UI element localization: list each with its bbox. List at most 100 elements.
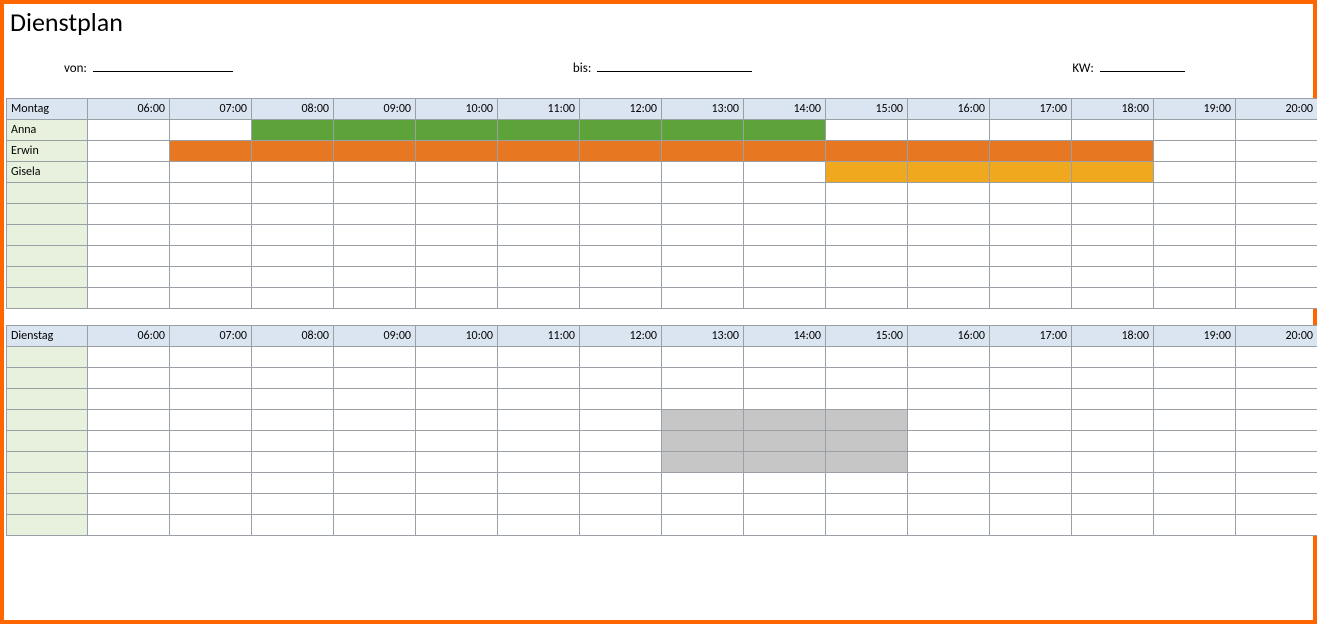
schedule-cell[interactable] xyxy=(826,347,908,368)
schedule-cell[interactable] xyxy=(580,288,662,309)
bis-input-line[interactable] xyxy=(597,58,752,72)
employee-name-cell[interactable]: Anna xyxy=(7,120,88,141)
schedule-cell[interactable] xyxy=(252,410,334,431)
table-row[interactable] xyxy=(7,347,1317,368)
schedule-cell[interactable] xyxy=(416,410,498,431)
schedule-cell[interactable] xyxy=(416,494,498,515)
employee-name-cell[interactable]: Gisela xyxy=(7,162,88,183)
schedule-cell[interactable] xyxy=(826,368,908,389)
schedule-cell[interactable] xyxy=(580,347,662,368)
schedule-cell[interactable] xyxy=(826,225,908,246)
schedule-cell[interactable] xyxy=(416,452,498,473)
schedule-cell[interactable] xyxy=(88,225,170,246)
schedule-cell[interactable] xyxy=(662,431,744,452)
schedule-cell[interactable] xyxy=(744,267,826,288)
schedule-cell[interactable] xyxy=(826,162,908,183)
schedule-cell[interactable] xyxy=(580,141,662,162)
schedule-cell[interactable] xyxy=(88,183,170,204)
schedule-cell[interactable] xyxy=(416,288,498,309)
schedule-cell[interactable] xyxy=(88,368,170,389)
schedule-cell[interactable] xyxy=(580,431,662,452)
schedule-cell[interactable] xyxy=(662,347,744,368)
schedule-cell[interactable] xyxy=(334,162,416,183)
schedule-cell[interactable] xyxy=(580,120,662,141)
schedule-cell[interactable] xyxy=(1236,288,1317,309)
schedule-cell[interactable] xyxy=(744,288,826,309)
schedule-cell[interactable] xyxy=(662,452,744,473)
schedule-cell[interactable] xyxy=(88,120,170,141)
schedule-cell[interactable] xyxy=(662,494,744,515)
hour-header[interactable]: 20:00 xyxy=(1236,99,1317,120)
schedule-cell[interactable] xyxy=(170,120,252,141)
schedule-cell[interactable] xyxy=(908,120,990,141)
schedule-cell[interactable] xyxy=(334,204,416,225)
schedule-cell[interactable] xyxy=(908,368,990,389)
schedule-cell[interactable] xyxy=(662,389,744,410)
schedule-cell[interactable] xyxy=(170,473,252,494)
schedule-cell[interactable] xyxy=(498,288,580,309)
schedule-cell[interactable] xyxy=(416,389,498,410)
schedule-cell[interactable] xyxy=(170,494,252,515)
hour-header[interactable]: 06:00 xyxy=(88,99,170,120)
hour-header[interactable]: 11:00 xyxy=(498,99,580,120)
schedule-cell[interactable] xyxy=(662,120,744,141)
schedule-cell[interactable] xyxy=(334,368,416,389)
schedule-cell[interactable] xyxy=(1236,515,1317,536)
schedule-cell[interactable] xyxy=(580,162,662,183)
schedule-cell[interactable] xyxy=(498,120,580,141)
schedule-cell[interactable] xyxy=(826,204,908,225)
schedule-cell[interactable] xyxy=(908,288,990,309)
schedule-cell[interactable] xyxy=(826,515,908,536)
schedule-cell[interactable] xyxy=(580,204,662,225)
schedule-cell[interactable] xyxy=(1072,204,1154,225)
schedule-cell[interactable] xyxy=(1154,389,1236,410)
hour-header[interactable]: 16:00 xyxy=(908,326,990,347)
schedule-cell[interactable] xyxy=(990,120,1072,141)
table-row[interactable] xyxy=(7,431,1317,452)
schedule-cell[interactable] xyxy=(990,515,1072,536)
hour-header[interactable]: 10:00 xyxy=(416,326,498,347)
schedule-cell[interactable] xyxy=(1072,267,1154,288)
schedule-cell[interactable] xyxy=(1236,162,1317,183)
schedule-cell[interactable] xyxy=(908,141,990,162)
schedule-cell[interactable] xyxy=(990,204,1072,225)
schedule-cell[interactable] xyxy=(826,246,908,267)
schedule-cell[interactable] xyxy=(88,389,170,410)
schedule-cell[interactable] xyxy=(1236,347,1317,368)
schedule-cell[interactable] xyxy=(252,183,334,204)
employee-name-cell[interactable] xyxy=(7,347,88,368)
schedule-cell[interactable] xyxy=(334,473,416,494)
schedule-cell[interactable] xyxy=(1154,515,1236,536)
schedule-cell[interactable] xyxy=(252,431,334,452)
schedule-cell[interactable] xyxy=(252,452,334,473)
schedule-cell[interactable] xyxy=(252,246,334,267)
employee-name-cell[interactable] xyxy=(7,431,88,452)
schedule-cell[interactable] xyxy=(416,225,498,246)
schedule-cell[interactable] xyxy=(170,452,252,473)
table-row[interactable] xyxy=(7,225,1317,246)
schedule-cell[interactable] xyxy=(580,452,662,473)
schedule-cell[interactable] xyxy=(334,141,416,162)
schedule-cell[interactable] xyxy=(334,246,416,267)
schedule-cell[interactable] xyxy=(990,288,1072,309)
schedule-cell[interactable] xyxy=(416,141,498,162)
schedule-cell[interactable] xyxy=(498,368,580,389)
schedule-cell[interactable] xyxy=(744,473,826,494)
schedule-cell[interactable] xyxy=(826,183,908,204)
schedule-cell[interactable] xyxy=(88,246,170,267)
hour-header[interactable]: 07:00 xyxy=(170,326,252,347)
schedule-cell[interactable] xyxy=(744,204,826,225)
schedule-cell[interactable] xyxy=(826,410,908,431)
schedule-cell[interactable] xyxy=(170,225,252,246)
schedule-cell[interactable] xyxy=(1072,225,1154,246)
schedule-cell[interactable] xyxy=(908,494,990,515)
schedule-cell[interactable] xyxy=(88,410,170,431)
schedule-cell[interactable] xyxy=(1072,473,1154,494)
schedule-cell[interactable] xyxy=(252,120,334,141)
schedule-cell[interactable] xyxy=(334,288,416,309)
schedule-cell[interactable] xyxy=(662,204,744,225)
schedule-cell[interactable] xyxy=(580,410,662,431)
schedule-cell[interactable] xyxy=(252,347,334,368)
schedule-cell[interactable] xyxy=(1154,225,1236,246)
schedule-cell[interactable] xyxy=(252,389,334,410)
